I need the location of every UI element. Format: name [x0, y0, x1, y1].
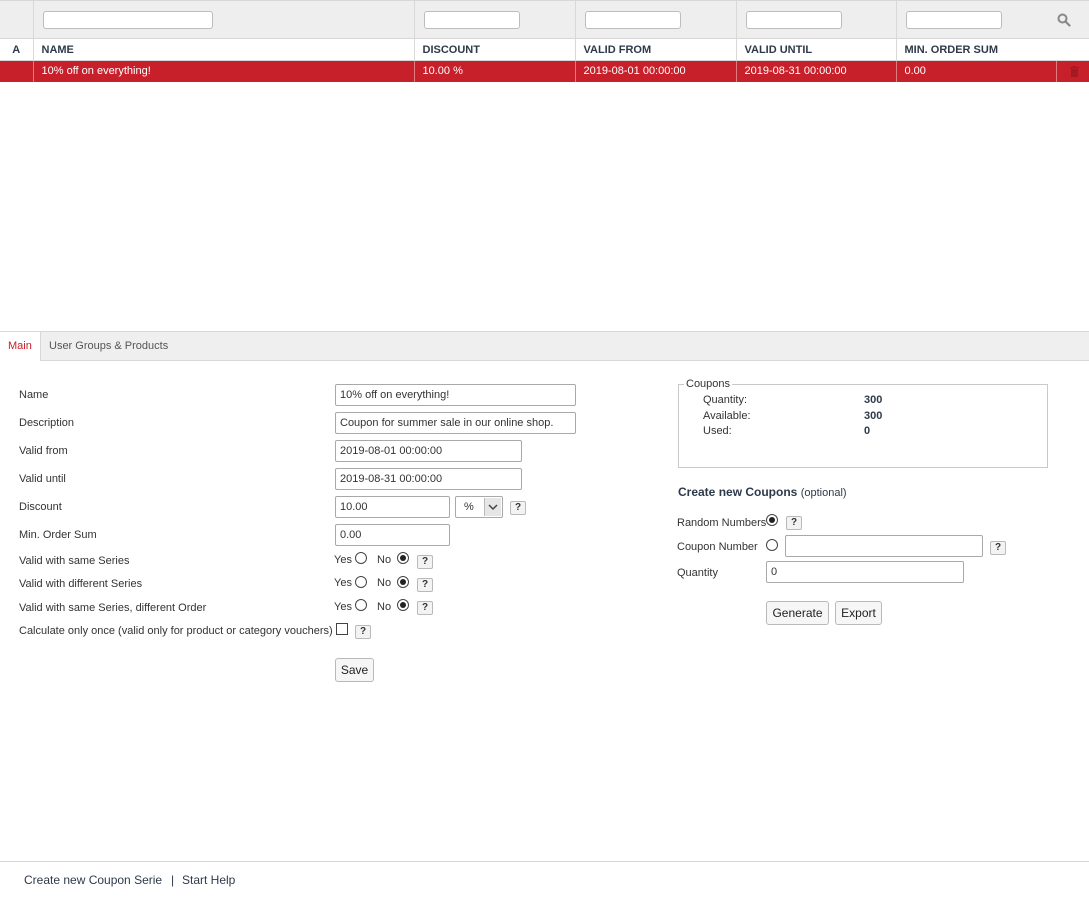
same-series-no-radio[interactable] — [397, 552, 409, 564]
coupons-quantity-value: 300 — [864, 394, 883, 406]
row-cell-discount: 10.00 % — [413, 60, 575, 82]
create-coupons-title: Create new Coupons (optional) — [678, 485, 847, 499]
create-coupon-serie-link[interactable]: Create new Coupon Serie — [24, 873, 162, 887]
calc-once-help-button[interactable]: ? — [355, 625, 371, 639]
calc-once-label: Calculate only once (valid only for prod… — [19, 625, 333, 637]
coupon-number-input[interactable] — [785, 535, 983, 557]
filter-cell-discount — [413, 0, 575, 39]
diff-series-yes-label: Yes — [334, 577, 352, 589]
valid-until-label: Valid until — [19, 473, 66, 485]
column-header-valid-until[interactable]: VALID UNTIL — [735, 38, 896, 61]
tab-main[interactable]: Main — [0, 332, 41, 361]
name-label: Name — [19, 389, 49, 401]
header-row: A NAME DISCOUNT VALID FROM VALID UNTIL M… — [0, 38, 1089, 61]
coupon-series-list: A NAME DISCOUNT VALID FROM VALID UNTIL M… — [0, 0, 1089, 330]
row-cell-a — [0, 60, 33, 82]
diff-series-no-label: No — [377, 577, 392, 589]
start-help-link[interactable]: Start Help — [182, 873, 235, 887]
discount-input[interactable]: 10.00 — [335, 496, 450, 518]
coupons-used-value: 0 — [864, 425, 871, 437]
column-header-discount[interactable]: DISCOUNT — [413, 38, 575, 61]
generate-button[interactable]: Generate — [766, 601, 829, 625]
calc-once-checkbox[interactable] — [336, 623, 348, 635]
valid-from-input[interactable]: 2019-08-01 00:00:00 — [335, 440, 522, 462]
column-header-name[interactable]: NAME — [32, 38, 414, 61]
coupons-quantity-label: Quantity: — [703, 394, 748, 406]
valid-from-label: Valid from — [19, 445, 68, 457]
diff-series-help-button[interactable]: ? — [417, 578, 433, 592]
min-order-input[interactable]: 0.00 — [335, 524, 450, 546]
coupons-available-value: 300 — [864, 410, 883, 422]
diff-series-yes-radio[interactable] — [355, 576, 367, 588]
coupon-number-radio[interactable] — [766, 539, 778, 551]
tab-user-groups-products[interactable]: User Groups & Products — [41, 332, 176, 360]
discount-unit-value: % — [464, 501, 474, 513]
random-numbers-help-button[interactable]: ? — [786, 516, 802, 530]
discount-unit-select[interactable]: % — [455, 496, 503, 518]
coupons-legend: Coupons — [684, 378, 733, 390]
export-button[interactable]: Export — [835, 601, 882, 625]
filter-valid-from-input[interactable] — [584, 10, 681, 29]
filter-valid-until-input[interactable] — [745, 10, 842, 29]
coupons-used-label: Used: — [703, 425, 732, 437]
description-input[interactable]: Coupon for summer sale in our online sho… — [335, 412, 576, 434]
same-series-diff-order-no-label: No — [377, 601, 392, 613]
min-order-label: Min. Order Sum — [19, 529, 97, 541]
discount-help-button[interactable]: ? — [510, 501, 526, 515]
filter-cell-valid-until — [735, 0, 896, 39]
create-coupons-heading: Create new Coupons — [678, 485, 798, 499]
coupon-number-label: Coupon Number — [677, 541, 758, 553]
save-button[interactable]: Save — [335, 658, 374, 682]
coupons-available-label: Available: — [703, 410, 751, 422]
column-header-valid-from[interactable]: VALID FROM — [574, 38, 736, 61]
footer-separator: | — [171, 873, 175, 887]
filter-row — [0, 0, 1089, 39]
row-cell-actions — [1055, 60, 1089, 82]
create-coupons-optional: (optional) — [800, 487, 847, 499]
same-series-diff-order-label: Valid with same Series, different Order — [19, 602, 207, 614]
same-series-diff-order-no-radio[interactable] — [397, 599, 409, 611]
discount-label: Discount — [19, 501, 62, 513]
same-series-yes-radio[interactable] — [355, 552, 367, 564]
coupon-number-help-button[interactable]: ? — [990, 541, 1006, 555]
same-series-diff-order-help-button[interactable]: ? — [417, 601, 433, 615]
search-icon[interactable] — [1057, 13, 1071, 27]
same-series-label: Valid with same Series — [19, 555, 130, 567]
filter-cell-valid-from — [574, 0, 736, 39]
filter-cell-min-order — [895, 0, 1089, 39]
chevron-down-icon — [484, 498, 501, 516]
column-header-a[interactable]: A — [0, 38, 33, 61]
same-series-diff-order-yes-radio[interactable] — [355, 599, 367, 611]
same-series-yes-label: Yes — [334, 554, 352, 566]
valid-until-input[interactable]: 2019-08-31 00:00:00 — [335, 468, 522, 490]
coupon-series-table: A NAME DISCOUNT VALID FROM VALID UNTIL M… — [0, 0, 1089, 82]
filter-discount-input[interactable] — [423, 10, 520, 29]
same-series-no-label: No — [377, 554, 392, 566]
random-numbers-radio[interactable] — [766, 514, 778, 526]
same-series-diff-order-yes-label: Yes — [334, 601, 352, 613]
footer-bar: Create new Coupon Serie | Start Help — [0, 861, 1089, 897]
filter-cell-name — [32, 0, 414, 39]
quantity-field-input[interactable]: 0 — [766, 561, 964, 583]
diff-series-no-radio[interactable] — [397, 576, 409, 588]
name-input[interactable]: 10% off on everything! — [335, 384, 576, 406]
diff-series-label: Valid with different Series — [19, 578, 143, 590]
trash-icon[interactable] — [1070, 65, 1079, 77]
filter-cell-a — [0, 0, 33, 39]
detail-tabs: Main User Groups & Products — [0, 331, 1089, 361]
row-cell-name: 10% off on everything! — [32, 60, 414, 82]
quantity-field-label: Quantity — [677, 567, 718, 579]
description-label: Description — [19, 417, 75, 429]
random-numbers-label: Random Numbers — [677, 517, 767, 529]
row-cell-valid-from: 2019-08-01 00:00:00 — [574, 60, 736, 82]
table-row[interactable]: 10% off on everything! 10.00 % 2019-08-0… — [0, 60, 1089, 82]
row-cell-valid-until: 2019-08-31 00:00:00 — [735, 60, 896, 82]
same-series-help-button[interactable]: ? — [417, 555, 433, 569]
filter-name-input[interactable] — [42, 10, 213, 29]
filter-min-order-input[interactable] — [905, 11, 1002, 29]
column-header-min-order-sum[interactable]: MIN. ORDER SUM — [895, 38, 1089, 61]
row-cell-min-order-sum: 0.00 — [895, 60, 1056, 82]
